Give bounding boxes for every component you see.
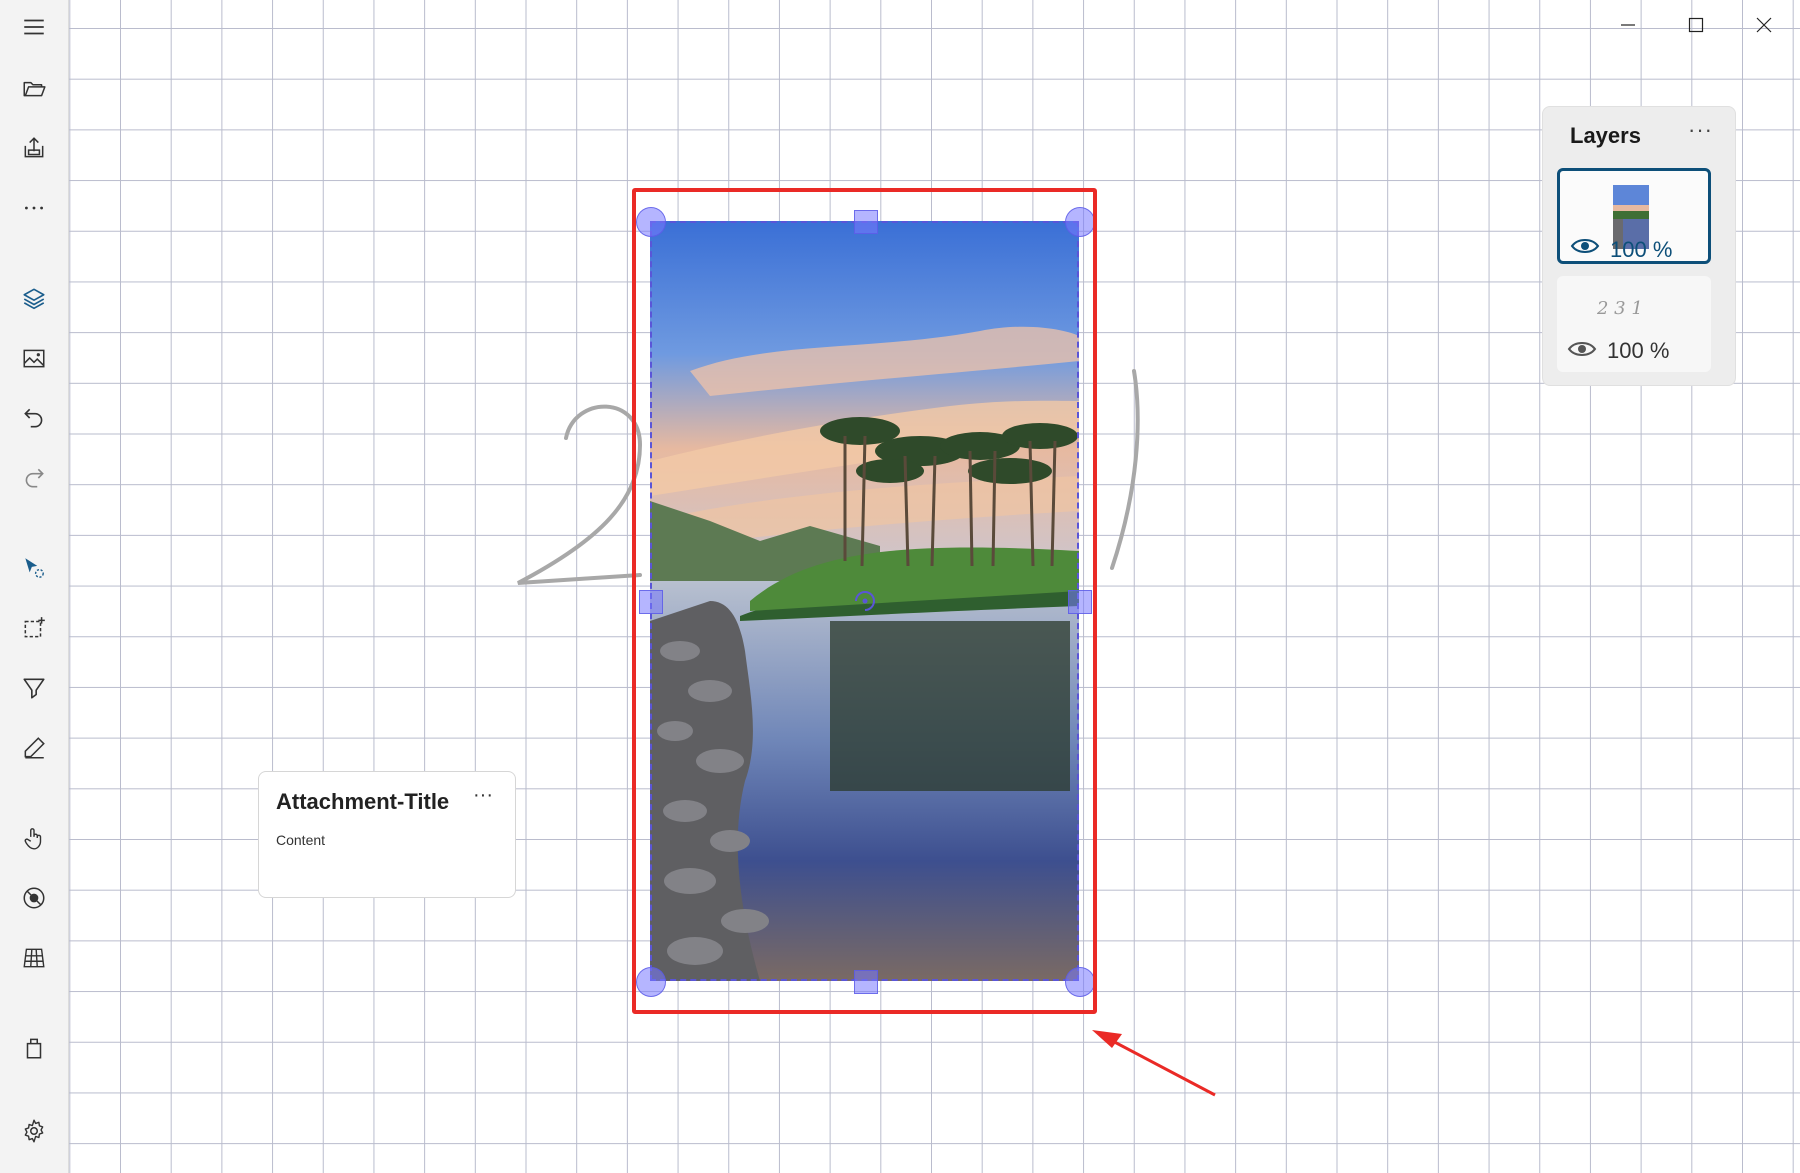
close-icon [1756,17,1772,33]
layer-item-image[interactable]: 100 % [1557,168,1711,264]
layers-icon [23,288,45,310]
grid-perspective-icon [23,948,45,968]
undo-icon [24,408,43,428]
layer-opacity: 100 % [1607,338,1670,363]
eye-icon[interactable] [1567,339,1597,359]
gear-icon [24,1119,44,1143]
image-icon [23,349,45,368]
trash-bag-icon [26,1038,42,1059]
maximize-button[interactable] [1666,0,1726,50]
folder-open-icon [23,81,46,97]
attachment-title: Attachment-Title [276,789,450,814]
attachment-card[interactable]: Attachment-Title ··· Content [258,771,516,898]
attachment-more-button[interactable]: ··· [473,784,493,807]
export-icon [24,137,44,158]
more-button[interactable] [14,188,54,228]
menu-button[interactable] [14,7,54,47]
minimize-button[interactable] [1598,0,1658,50]
layer-opacity: 100 % [1610,237,1673,262]
layer-thumbnail-ink: 2 3 1 [1597,298,1643,319]
pen-icon [24,737,45,759]
layers-button[interactable] [14,278,54,318]
eye-icon[interactable] [1570,236,1600,256]
more-dots-icon [25,206,43,210]
select-tool-button[interactable] [14,548,54,588]
layers-more-button[interactable]: ··· [1688,117,1713,143]
pen-button[interactable] [14,728,54,768]
select-cursor-icon [25,558,44,578]
undo-button[interactable] [14,398,54,438]
no-touch-icon [23,887,45,909]
redo-button[interactable] [14,458,54,498]
hamburger-icon [24,19,44,35]
layers-title: Layers [1570,123,1641,148]
layers-panel: Layers ··· 100 % 2 3 1 100 % [1542,106,1736,386]
clear-button[interactable] [14,1028,54,1068]
disable-touch-button[interactable] [14,878,54,918]
settings-button[interactable] [14,1111,54,1151]
touch-draw-button[interactable] [14,818,54,858]
layer-item-ink[interactable]: 2 3 1 100 % [1557,276,1711,372]
export-button[interactable] [14,128,54,168]
touch-hand-icon [24,828,42,850]
grid-button[interactable] [14,938,54,978]
maximize-icon [1688,17,1704,33]
attachment-content: Content [276,832,326,848]
redo-icon [25,468,44,488]
open-button[interactable] [14,68,54,108]
highlighter-icon [23,678,45,699]
close-button[interactable] [1734,0,1794,50]
insert-image-button[interactable] [14,338,54,378]
minimize-icon [1621,24,1635,26]
highlighter-button[interactable] [14,668,54,708]
lasso-select-button[interactable] [14,608,54,648]
lasso-select-icon [24,617,45,638]
highlight-annotation-box [632,188,1097,1014]
left-toolbar [0,0,69,1173]
